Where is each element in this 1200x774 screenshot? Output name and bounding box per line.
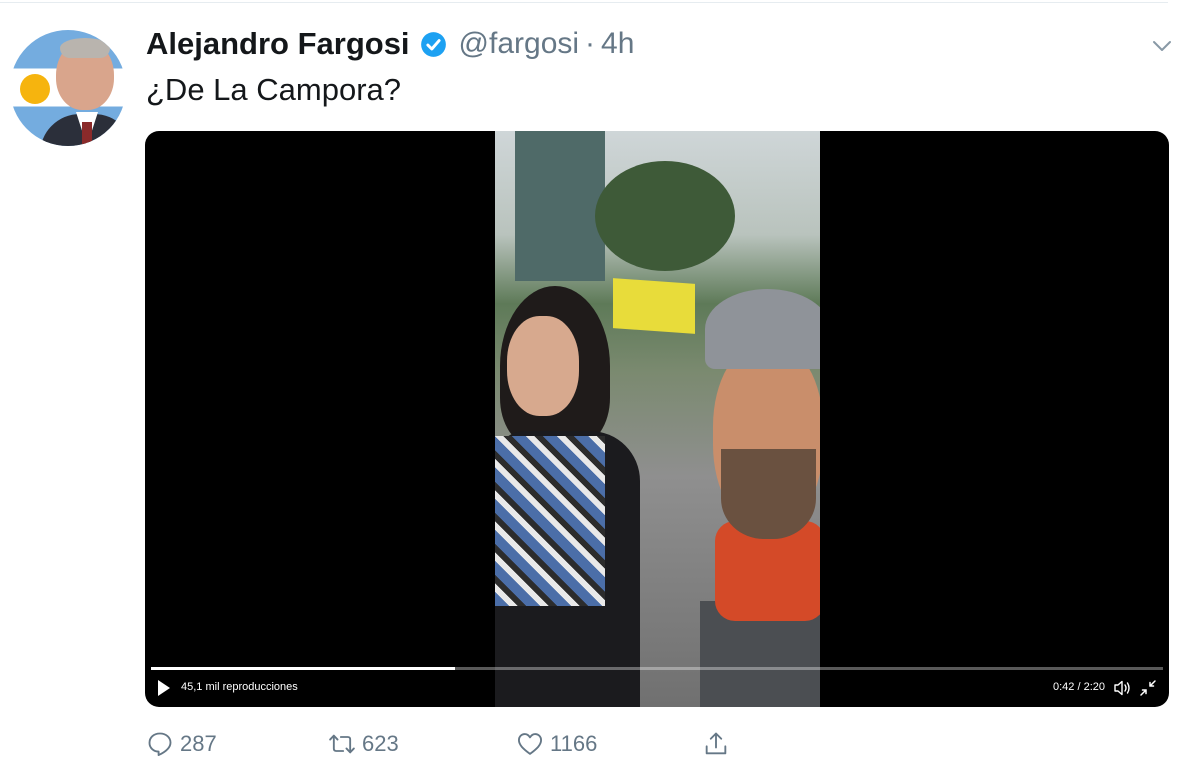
tweet-header: Alejandro Fargosi @fargosi · 4h — [146, 26, 634, 62]
video-time: 0:42 / 2:20 — [1053, 681, 1105, 693]
video-progress-fill — [151, 667, 455, 670]
scene-man-beard — [721, 449, 816, 539]
reply-icon — [148, 732, 172, 757]
scene-man-hat — [705, 289, 820, 369]
reply-count: 287 — [180, 731, 217, 756]
scene-banner — [613, 278, 695, 334]
video-progress-bar[interactable] — [151, 667, 1163, 670]
separator-dot: · — [585, 27, 596, 60]
exit-fullscreen-icon[interactable] — [1139, 679, 1157, 697]
reply-button[interactable]: 287 — [146, 726, 217, 762]
like-button[interactable]: 1166 — [516, 726, 597, 762]
scene-tree — [595, 161, 735, 271]
avatar-hair — [60, 38, 110, 58]
tweet-text: ¿De La Campora? — [146, 72, 402, 107]
share-icon — [705, 732, 727, 755]
tweet-timestamp[interactable]: 4h — [601, 27, 634, 61]
chevron-down-icon[interactable] — [1150, 34, 1174, 58]
avatar-tie — [82, 122, 92, 146]
author-name[interactable]: Alejandro Fargosi — [146, 26, 410, 62]
play-icon[interactable] — [157, 679, 171, 697]
retweet-button[interactable]: 623 — [328, 726, 399, 762]
verified-badge-icon — [420, 31, 446, 57]
tweet-actions: 287 623 1166 — [146, 726, 786, 762]
top-divider — [0, 2, 1168, 3]
video-player[interactable]: 45,1 mil reproducciones 0:42 / 2:20 — [145, 131, 1169, 707]
heart-icon — [517, 733, 543, 755]
share-button[interactable] — [702, 726, 730, 762]
flag-sun — [20, 74, 50, 104]
scene-person-face — [507, 316, 579, 416]
volume-icon[interactable] — [1113, 679, 1131, 697]
like-count: 1166 — [550, 731, 598, 756]
retweet-count: 623 — [362, 731, 399, 756]
video-controls: 45,1 mil reproducciones 0:42 / 2:20 — [145, 671, 1169, 707]
scene-person-scarf — [495, 436, 605, 606]
author-handle[interactable]: @fargosi — [459, 27, 580, 61]
scene-building — [515, 131, 605, 281]
video-frame — [495, 131, 820, 707]
avatar[interactable] — [10, 30, 126, 146]
retweet-icon — [329, 734, 355, 754]
view-count: 45,1 mil reproducciones — [181, 681, 298, 693]
